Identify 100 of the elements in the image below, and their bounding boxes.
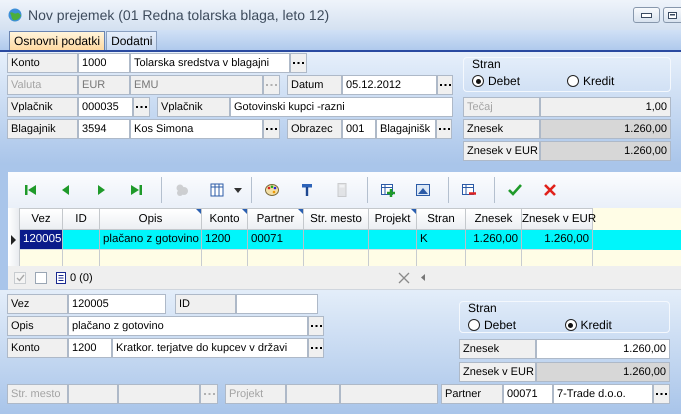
- radio-label[interactable]: Kredit: [580, 318, 612, 332]
- field-label: Str. mesto: [7, 384, 68, 404]
- text-field[interactable]: plačano z gotovino: [68, 316, 308, 336]
- hammer-icon: [299, 182, 315, 198]
- field-label: Konto: [7, 338, 68, 358]
- column-header[interactable]: Str. mesto: [304, 208, 369, 230]
- column-header[interactable]: Vez: [20, 208, 63, 230]
- field-label: Valuta: [7, 75, 78, 95]
- amount-field: 1.260,00: [536, 362, 670, 382]
- column-header[interactable]: Projekt: [369, 208, 417, 230]
- ellipsis-icon: [266, 84, 277, 86]
- close-icon[interactable]: [398, 272, 410, 284]
- name-field: 7-Trade d.o.o.: [553, 384, 653, 404]
- text-field[interactable]: 120005: [68, 294, 166, 314]
- column-header[interactable]: Znesek: [466, 208, 522, 230]
- globe-icon: [7, 7, 23, 23]
- table-cell: plačano z gotovino: [100, 230, 202, 250]
- column-header[interactable]: Stran: [417, 208, 466, 230]
- table-cell: 120005: [20, 230, 63, 250]
- column-header[interactable]: Znesek v EUR: [522, 208, 593, 230]
- browse-button[interactable]: [290, 53, 307, 73]
- minimize-button[interactable]: [633, 7, 660, 23]
- browse-button[interactable]: [653, 384, 670, 404]
- caret-icon[interactable]: [234, 188, 242, 192]
- corner-cell: [8, 208, 20, 230]
- browse-button[interactable]: [263, 119, 280, 139]
- amount-field: 1.260,00: [540, 119, 671, 139]
- checkbox[interactable]: [35, 272, 47, 284]
- table-cell: K: [417, 230, 466, 250]
- name-field: Tolarska sredstva v blagajni: [130, 53, 290, 73]
- field-label: Znesek v EUR: [463, 141, 540, 161]
- table-row[interactable]: 120005 plačano z gotovino 1200 00071 K 1.260,00 1.260,00: [8, 230, 681, 250]
- amount-field: 1.260,00: [540, 141, 671, 161]
- text-field[interactable]: 05.12.2012: [342, 75, 437, 95]
- field-label: Obrazec: [287, 119, 342, 139]
- browse-button[interactable]: [133, 97, 150, 117]
- restore-button[interactable]: [663, 7, 681, 23]
- radio-label[interactable]: Kredit: [583, 74, 614, 88]
- field-label: Konto: [7, 53, 78, 73]
- ellipsis-icon: [438, 128, 450, 130]
- table-cell: 1.260,00: [522, 230, 593, 250]
- radio-button[interactable]: [472, 75, 484, 87]
- radio-button[interactable]: [567, 75, 579, 87]
- table-minus-icon: [461, 182, 477, 198]
- column-header[interactable]: Konto: [202, 208, 248, 230]
- amount-field[interactable]: 1.260,00: [536, 339, 670, 359]
- column-header[interactable]: Partner: [248, 208, 304, 230]
- radio-button[interactable]: [564, 319, 576, 331]
- ellipsis-icon: [266, 128, 277, 130]
- field-label: Vplačnik: [7, 97, 78, 117]
- list-icon: [56, 272, 66, 284]
- code-field[interactable]: 1000: [78, 53, 130, 73]
- field-label: Opis: [7, 316, 68, 336]
- code-field[interactable]: [68, 384, 118, 404]
- radio-label[interactable]: Debet: [488, 74, 520, 88]
- skip-forward-icon: [128, 182, 144, 198]
- column-header[interactable]: Opis: [100, 208, 202, 230]
- text-field[interactable]: [236, 294, 318, 314]
- field-label: Blagajnik: [7, 119, 78, 139]
- scroll-left-icon[interactable]: [420, 274, 425, 281]
- radio-label[interactable]: Debet: [484, 318, 516, 332]
- table-cell: 1.260,00: [466, 230, 522, 250]
- ellipsis-icon: [293, 62, 304, 64]
- minimize-icon: [641, 12, 652, 18]
- code-field[interactable]: 1200: [68, 338, 112, 358]
- name-field[interactable]: [118, 384, 200, 404]
- blob-icon: [174, 182, 190, 198]
- tab[interactable]: Dodatni: [106, 31, 158, 50]
- field-label: Datum: [287, 75, 342, 95]
- browse-button[interactable]: [308, 316, 324, 336]
- field-label: Znesek: [459, 339, 536, 359]
- group-title: Stran: [472, 58, 501, 71]
- field-label: Tečaj: [463, 97, 540, 117]
- ellipsis-icon: [656, 392, 667, 396]
- field-label: ID: [175, 294, 236, 314]
- group-title: Stran: [468, 302, 497, 315]
- name-field: Blagajnišk: [376, 119, 436, 139]
- text-field[interactable]: Gotovinski kupci -razni: [230, 97, 453, 117]
- record-count: 0 (0): [70, 272, 93, 284]
- code-field[interactable]: [286, 384, 340, 404]
- check-icon: [507, 182, 523, 198]
- browse-button[interactable]: [437, 75, 453, 95]
- browse-button[interactable]: [436, 119, 452, 139]
- field-label: Vplačnik: [157, 97, 230, 117]
- code-field[interactable]: 3594: [78, 119, 130, 139]
- ellipsis-icon: [136, 106, 147, 108]
- tab[interactable]: Osnovni podatki: [9, 31, 106, 50]
- ellipsis-icon: [310, 346, 322, 350]
- ellipsis-icon: [440, 84, 450, 86]
- radio-button[interactable]: [468, 319, 480, 331]
- name-field: Kos Simona: [130, 119, 263, 139]
- ellipsis-icon: [310, 324, 322, 328]
- browse-button[interactable]: [308, 338, 324, 358]
- table-cell: 1200: [202, 230, 248, 250]
- name-field[interactable]: [340, 384, 438, 404]
- code-field[interactable]: 000035: [78, 97, 133, 117]
- code-field[interactable]: 001: [342, 119, 376, 139]
- code-field[interactable]: 00071: [503, 384, 553, 404]
- column-header[interactable]: ID: [63, 208, 100, 230]
- field-label: Projekt: [225, 384, 286, 404]
